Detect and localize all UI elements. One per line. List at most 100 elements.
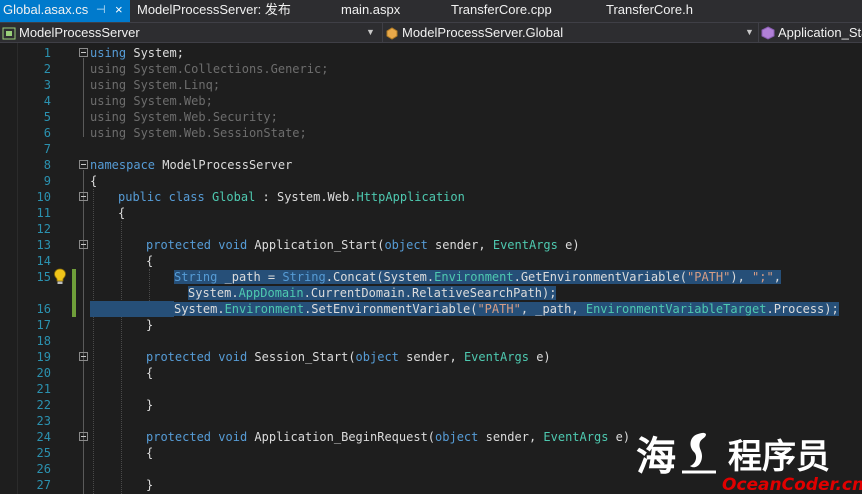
- class-dropdown[interactable]: ModelProcessServer.Global ▼: [382, 23, 756, 42]
- code-line-15: String _path = String.Concat(System.Envi…: [174, 269, 781, 285]
- token: System.: [188, 286, 239, 300]
- token: using: [90, 78, 127, 92]
- member-dropdown[interactable]: Application_Sta: [758, 23, 862, 42]
- seahorse-icon: [682, 432, 716, 474]
- code-line-5: using System.Web.Security;: [90, 109, 278, 125]
- code-line-4: using System.Web;: [90, 93, 213, 109]
- tab-transfercore-cpp[interactable]: TransferCore.cpp: [451, 0, 552, 22]
- token: protected: [146, 238, 212, 252]
- watermark-cn-text: 程序员: [728, 437, 830, 477]
- collapse-icon[interactable]: [79, 240, 88, 249]
- token: Environment: [434, 270, 514, 284]
- token: Session_Start(: [247, 350, 356, 364]
- outline-line: [83, 58, 84, 137]
- line-number: 7: [43, 142, 51, 156]
- tab-label: TransferCore.cpp: [451, 2, 552, 17]
- line-number: 23: [36, 414, 51, 428]
- tab-model-process-server-publish[interactable]: ModelProcessServer: 发布: [137, 0, 291, 22]
- close-icon[interactable]: ×: [115, 0, 123, 20]
- code-line-16: System.Environment.SetEnvironmentVariabl…: [174, 301, 839, 317]
- line-number: 9: [43, 174, 51, 188]
- token: object: [355, 350, 399, 364]
- project-dropdown[interactable]: ModelProcessServer ▼: [2, 23, 378, 42]
- lightbulb-icon[interactable]: [53, 268, 67, 285]
- code-line-19: protected void Session_Start(object send…: [146, 349, 551, 365]
- line-number: 6: [43, 126, 51, 140]
- token: EnvironmentVariableTarget: [585, 302, 767, 316]
- token: void: [218, 430, 248, 444]
- token: "PATH": [687, 270, 731, 284]
- method-icon: [761, 26, 775, 40]
- indent-guide: [93, 189, 94, 494]
- code-line-25: {: [146, 445, 153, 461]
- selected-text: System.AppDomain.CurrentDomain.RelativeS…: [188, 286, 557, 300]
- collapse-icon[interactable]: [79, 48, 88, 57]
- code-line-3: using System.Linq;: [90, 77, 220, 93]
- document-tab-bar: Global.asax.cs ⊣ × ModelProcessServer: 发…: [0, 0, 862, 22]
- collapse-icon[interactable]: [79, 192, 88, 201]
- indent-guide: [121, 221, 122, 494]
- token: {: [146, 366, 154, 380]
- token: .CurrentDomain.RelativeSearchPath);: [303, 286, 557, 300]
- line-number: 11: [36, 206, 51, 220]
- line-number: 22: [36, 398, 51, 412]
- token: sender,: [398, 350, 464, 364]
- line-number: 21: [36, 382, 51, 396]
- token: ),: [730, 270, 753, 284]
- navigation-bar: ModelProcessServer ▼ ModelProcessServer.…: [0, 22, 862, 43]
- line-number: 25: [36, 446, 51, 460]
- token: Global: [211, 190, 256, 204]
- collapse-icon[interactable]: [79, 352, 88, 361]
- token: EventArgs: [463, 350, 529, 364]
- token: .GetEnvironmentVariable(: [513, 270, 687, 284]
- token: System.Collections.Generic;: [126, 62, 329, 76]
- line-number: 27: [36, 478, 51, 492]
- token: using: [90, 94, 127, 108]
- tab-transfercore-h[interactable]: TransferCore.h: [606, 0, 693, 22]
- member-dropdown-label: Application_Sta: [778, 25, 862, 40]
- token: using: [90, 46, 127, 60]
- line-number: 2: [43, 62, 51, 76]
- token: sender,: [478, 430, 544, 444]
- selected-text: System.Environment.SetEnvironmentVariabl…: [174, 302, 839, 316]
- token: using: [90, 126, 127, 140]
- token: object: [435, 430, 479, 444]
- pin-icon[interactable]: ⊣: [96, 0, 106, 20]
- class-dropdown-label: ModelProcessServer.Global: [402, 25, 564, 40]
- token: using: [90, 62, 127, 76]
- line-number: 8: [43, 158, 51, 172]
- code-line-9: {: [90, 173, 97, 189]
- token: e): [557, 238, 580, 252]
- token: ModelProcessServer: [155, 158, 293, 172]
- token: HttpApplication: [356, 190, 465, 204]
- token: class: [168, 190, 205, 204]
- token: String: [282, 270, 326, 284]
- code-line-1: using System;: [90, 45, 184, 61]
- collapse-icon[interactable]: [79, 160, 88, 169]
- token: EventArgs: [543, 430, 609, 444]
- token: {: [118, 206, 126, 220]
- token: Application_Start(: [247, 238, 385, 252]
- code-line-8: namespace ModelProcessServer: [90, 157, 292, 173]
- tab-main-aspx[interactable]: main.aspx: [341, 0, 400, 22]
- line-number: 19: [36, 350, 51, 364]
- token: , _path,: [520, 302, 586, 316]
- line-number: 18: [36, 334, 51, 348]
- token: using: [90, 110, 127, 124]
- tab-global-asax-cs[interactable]: Global.asax.cs ⊣ ×: [0, 0, 130, 22]
- line-number: 1: [43, 46, 51, 60]
- token: System.Web;: [126, 94, 213, 108]
- token: ,: [773, 270, 781, 284]
- token: ";": [752, 270, 774, 284]
- code-line-13: protected void Application_Start(object …: [146, 237, 580, 253]
- line-number: 13: [36, 238, 51, 252]
- token: System;: [126, 46, 184, 60]
- code-line-24: protected void Application_BeginRequest(…: [146, 429, 630, 445]
- collapse-icon[interactable]: [79, 432, 88, 441]
- oceancoder-watermark-logo: 海 程序员 OceanCoder.cn: [636, 432, 862, 494]
- token: {: [90, 174, 98, 188]
- token: AppDomain: [238, 286, 304, 300]
- selected-text: [90, 301, 174, 317]
- line-number: 3: [43, 78, 51, 92]
